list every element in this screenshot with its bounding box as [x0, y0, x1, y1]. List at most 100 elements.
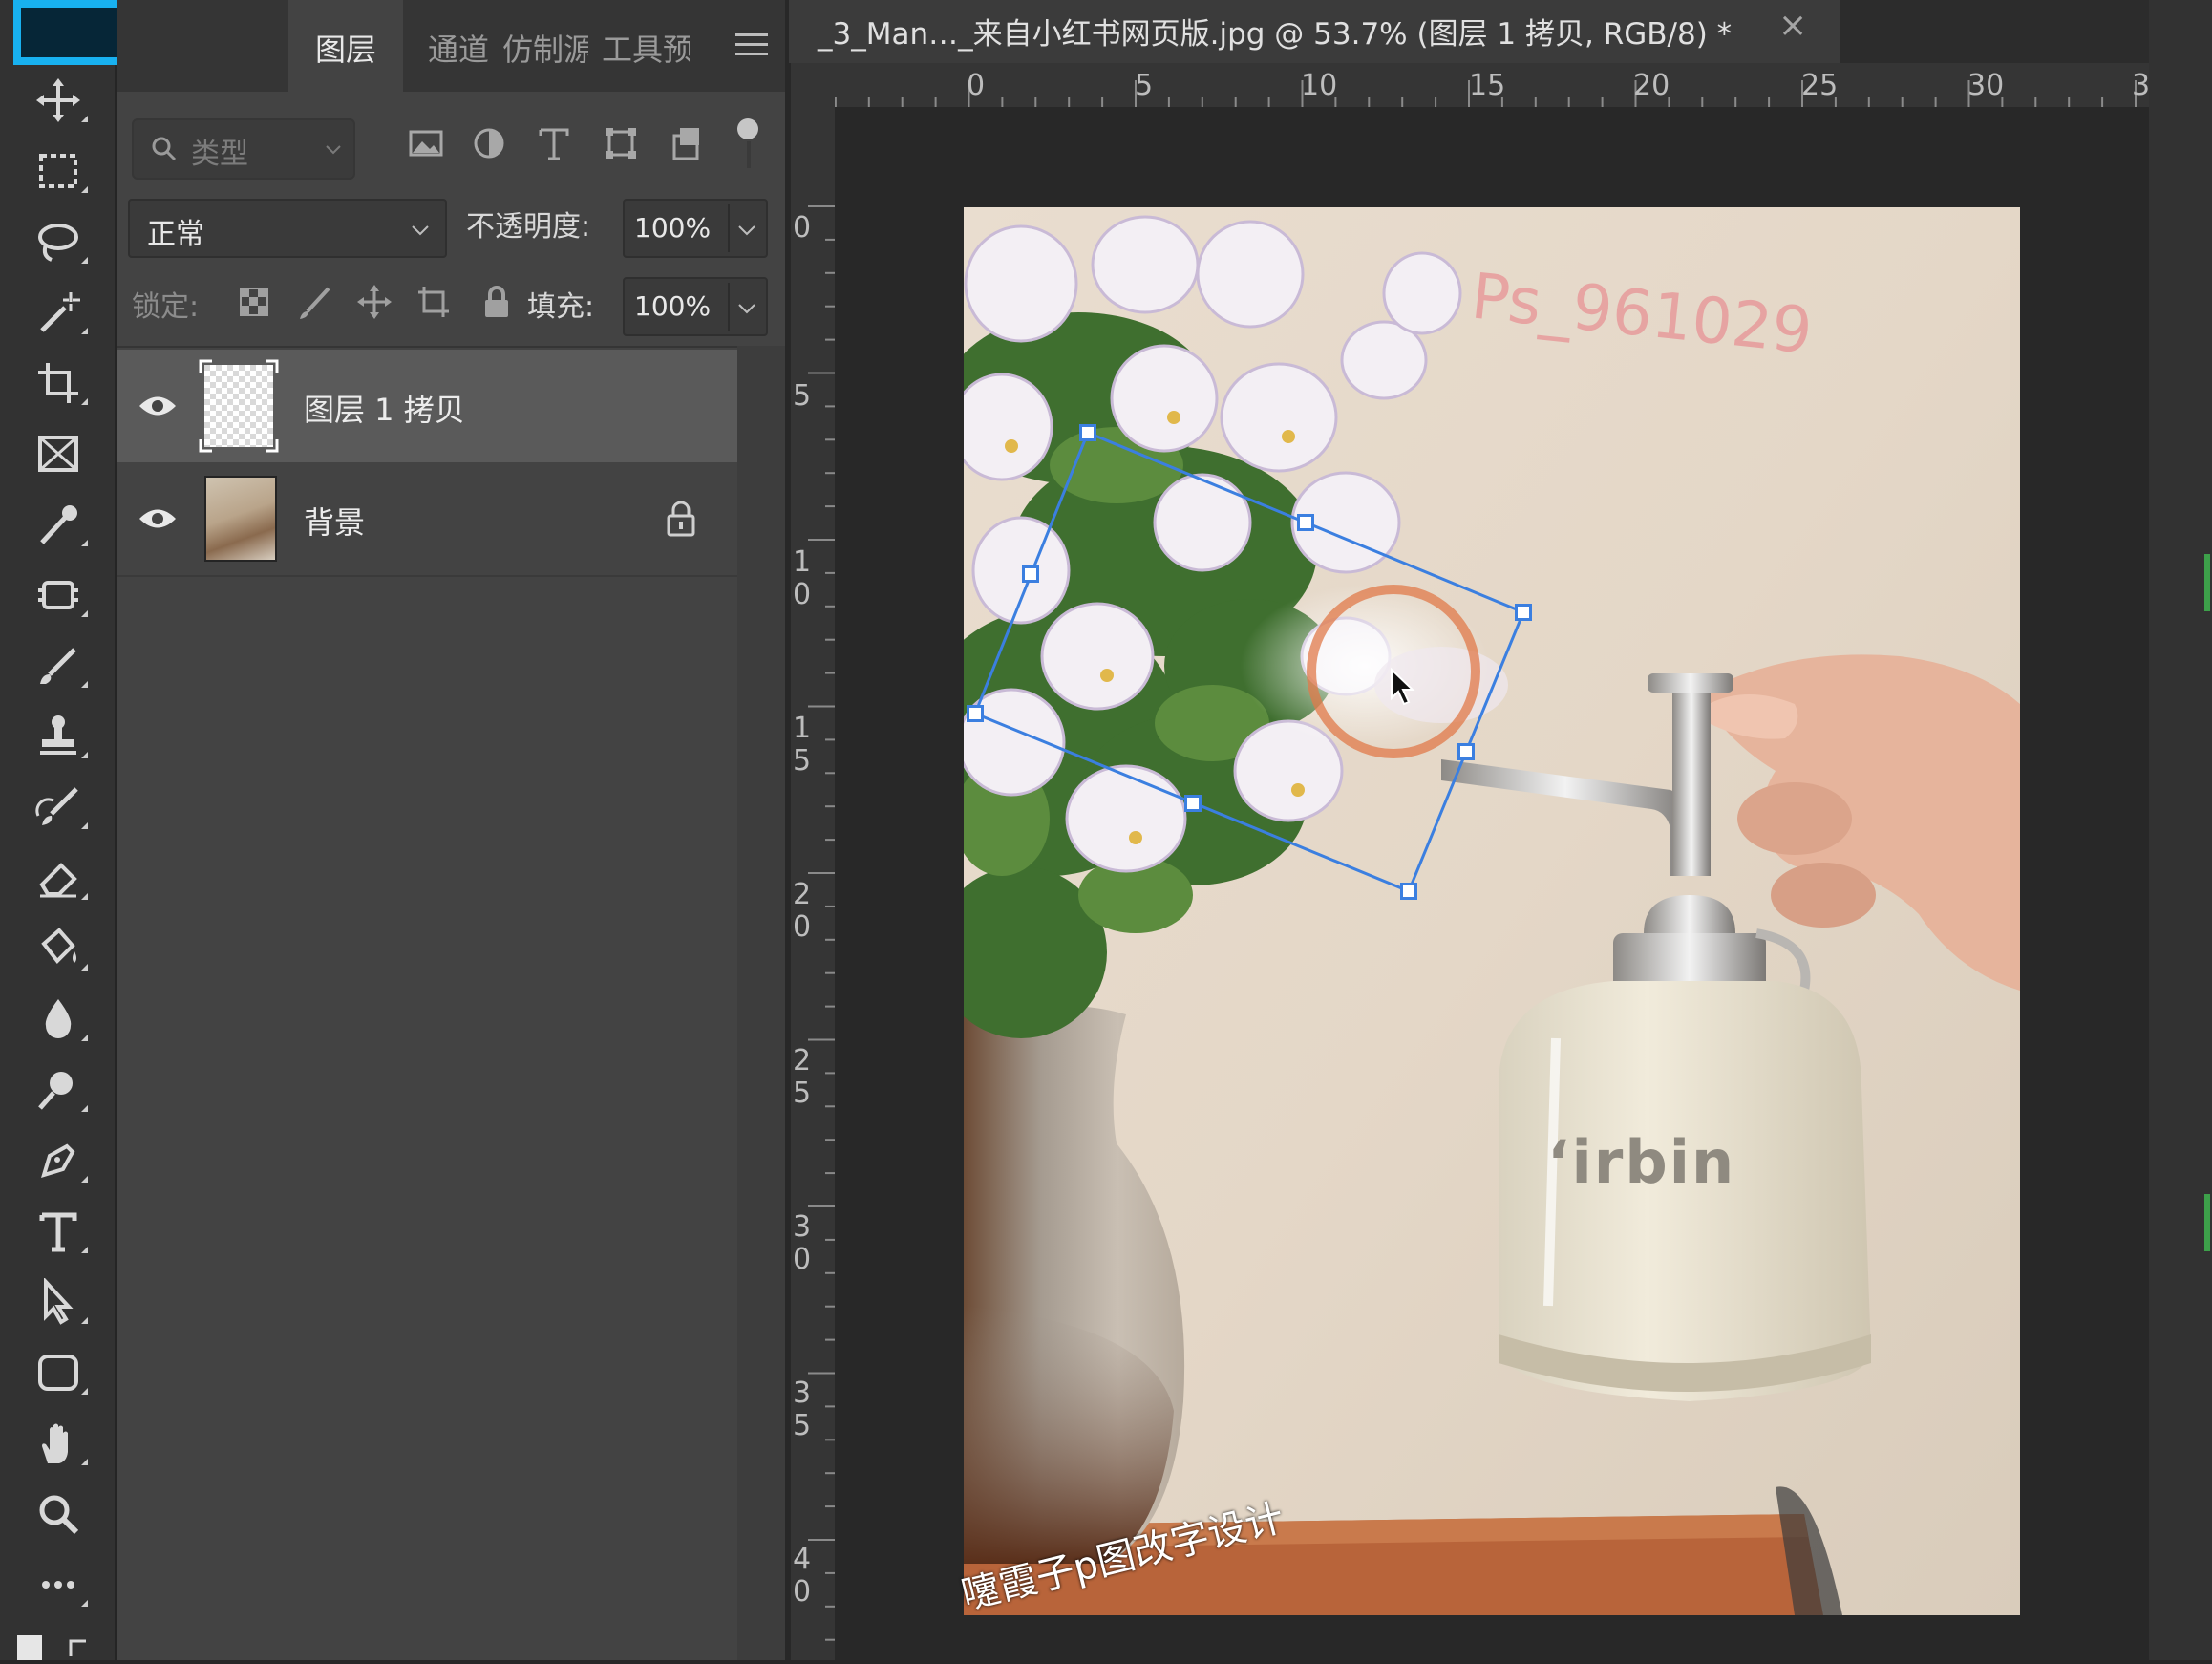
ruler-left-label: 1 0 — [793, 545, 812, 611]
paint-bucket-tool-icon[interactable] — [21, 921, 96, 976]
filter-toggle-track — [747, 141, 751, 168]
opacity-label: 不透明度: — [466, 210, 591, 244]
transform-handle-bottom-right[interactable] — [1400, 883, 1417, 900]
transform-handle-left[interactable] — [1022, 565, 1039, 583]
layer-filter-search[interactable]: 类型 — [132, 118, 355, 180]
type-layer-filter-icon[interactable] — [533, 122, 575, 164]
opacity-value: 100% — [634, 212, 712, 244]
transform-handle-bottom-left[interactable] — [967, 705, 984, 722]
layers-panel: 图层 通道 仿制源 工具预 类型 正常 不透明度: 100% 锁定: 填充: 1… — [117, 0, 785, 1660]
hand-tool-icon[interactable] — [21, 1416, 96, 1471]
layer-selected-frame — [199, 359, 279, 453]
document-title: _3_Man…_来自小红书网页版.jpg @ 53.7% (图层 1 拷贝, R… — [818, 17, 1733, 52]
lock-all-icon[interactable] — [478, 283, 516, 321]
close-tab-icon[interactable]: × — [1778, 6, 1807, 45]
blur-tool-icon[interactable] — [21, 992, 96, 1047]
eraser-tool-icon[interactable] — [21, 850, 96, 906]
eyedropper-tool-icon[interactable] — [21, 497, 96, 552]
ruler-top-label: 25 — [1801, 69, 1839, 102]
document-tab[interactable]: _3_Man…_来自小红书网页版.jpg @ 53.7% (图层 1 拷贝, R… — [789, 0, 1840, 63]
transform-handle-right[interactable] — [1457, 743, 1475, 760]
dodge-tool-icon[interactable] — [21, 1062, 96, 1118]
crop-tool-icon[interactable] — [21, 355, 96, 411]
lock-transparent-pixels-icon[interactable] — [235, 283, 273, 321]
ruler-top-label: 15 — [1469, 69, 1506, 102]
visibility-eye-icon[interactable] — [138, 392, 178, 420]
ruler-left-label: 3 5 — [793, 1376, 812, 1442]
history-brush-tool-icon[interactable] — [21, 779, 96, 835]
move-tool-icon[interactable] — [21, 73, 96, 128]
marquee-tool-icon[interactable] — [21, 143, 96, 199]
smart-object-filter-icon[interactable] — [665, 122, 707, 164]
frame-tool-icon[interactable] — [21, 426, 96, 481]
ruler-top-label: 20 — [1633, 69, 1670, 102]
fill-value: 100% — [634, 290, 712, 322]
clone-stamp-tool-icon[interactable] — [21, 709, 96, 764]
ruler-top-label: 5 — [1135, 69, 1154, 102]
panel-menu-icon[interactable] — [735, 27, 768, 65]
layer-name[interactable]: 背景 — [304, 499, 365, 543]
layer-locked-icon — [667, 501, 695, 537]
layer-name[interactable]: 图层 1 拷贝 — [304, 386, 465, 430]
transform-handle-top[interactable] — [1297, 514, 1314, 531]
tab-channels[interactable]: 通道 — [413, 0, 504, 92]
mouse-pointer-icon — [1391, 667, 1415, 706]
lock-image-pixels-icon[interactable] — [296, 283, 334, 321]
tab-layers[interactable]: 图层 — [288, 0, 403, 92]
chevron-down-icon[interactable] — [737, 302, 756, 315]
transform-handle-top-right[interactable] — [1515, 604, 1532, 621]
chevron-down-icon — [412, 225, 429, 236]
chevron-down-icon[interactable] — [737, 224, 756, 237]
lock-artboard-icon[interactable] — [415, 283, 453, 321]
lock-label: 锁定: — [132, 290, 200, 324]
lasso-tool-icon[interactable] — [21, 214, 96, 269]
ruler-top-label: 10 — [1301, 69, 1338, 102]
panel-tab-bar: 图层 通道 仿制源 工具预 — [117, 0, 785, 92]
ruler-left-label: 0 — [793, 211, 812, 245]
ruler-left-label: 3 0 — [793, 1210, 812, 1276]
adjustment-layer-filter-icon[interactable] — [468, 122, 510, 164]
tab-clone-source[interactable]: 仿制源 — [502, 0, 588, 92]
search-icon — [152, 137, 177, 161]
opacity-field[interactable]: 100% — [623, 199, 768, 258]
ruler-left-label: 2 0 — [793, 878, 812, 944]
transform-handle-top-left[interactable] — [1079, 424, 1096, 441]
ruler-left-label: 1 5 — [793, 712, 812, 778]
fill-label: 填充: — [527, 290, 595, 324]
swap-colors-icon[interactable] — [67, 1635, 92, 1660]
tab-tool-presets[interactable]: 工具预 — [602, 0, 690, 92]
layers-scrollbar-track[interactable] — [737, 346, 785, 1660]
ruler-left-label: 4 0 — [793, 1543, 812, 1609]
path-selection-tool-icon[interactable] — [21, 1274, 96, 1330]
pen-tool-icon[interactable] — [21, 1133, 96, 1188]
layer-row-layer-1-copy[interactable]: 图层 1 拷贝 — [117, 350, 737, 462]
more-tools-icon[interactable] — [21, 1557, 96, 1612]
ruler-left-label: 5 — [793, 379, 812, 413]
lock-position-icon[interactable] — [355, 283, 393, 321]
type-tool-icon[interactable] — [21, 1204, 96, 1259]
chevron-down-icon — [326, 145, 341, 155]
ruler-origin[interactable] — [791, 63, 835, 107]
right-panel-strip — [2149, 0, 2212, 1660]
ruler-top-label: 3 — [2132, 69, 2151, 102]
ruler-top-label: 0 — [967, 69, 986, 102]
visibility-eye-icon[interactable] — [138, 504, 178, 533]
fill-field[interactable]: 100% — [623, 277, 768, 336]
patch-tool-icon[interactable] — [21, 567, 96, 623]
pixel-layer-filter-icon[interactable] — [405, 122, 447, 164]
shape-tool-icon[interactable] — [21, 1345, 96, 1400]
blend-mode-dropdown[interactable]: 正常 — [128, 199, 447, 258]
brush-tool-icon[interactable] — [21, 638, 96, 693]
layer-row-background[interactable]: 背景 — [117, 462, 737, 575]
zoom-tool-icon[interactable] — [21, 1486, 96, 1542]
transform-bounding-box[interactable] — [964, 207, 2020, 1615]
ruler-top-label: 30 — [1967, 69, 2005, 102]
magic-wand-tool-icon[interactable] — [21, 285, 96, 340]
shape-layer-filter-icon[interactable] — [600, 122, 642, 164]
layer-thumbnail-photo — [204, 476, 277, 562]
ruler-left-label: 2 5 — [793, 1044, 812, 1110]
default-colors-icon[interactable] — [17, 1635, 42, 1660]
transform-handle-bottom[interactable] — [1184, 795, 1202, 812]
filter-toggle-switch[interactable] — [737, 118, 758, 139]
search-placeholder: 类型 — [191, 138, 248, 171]
